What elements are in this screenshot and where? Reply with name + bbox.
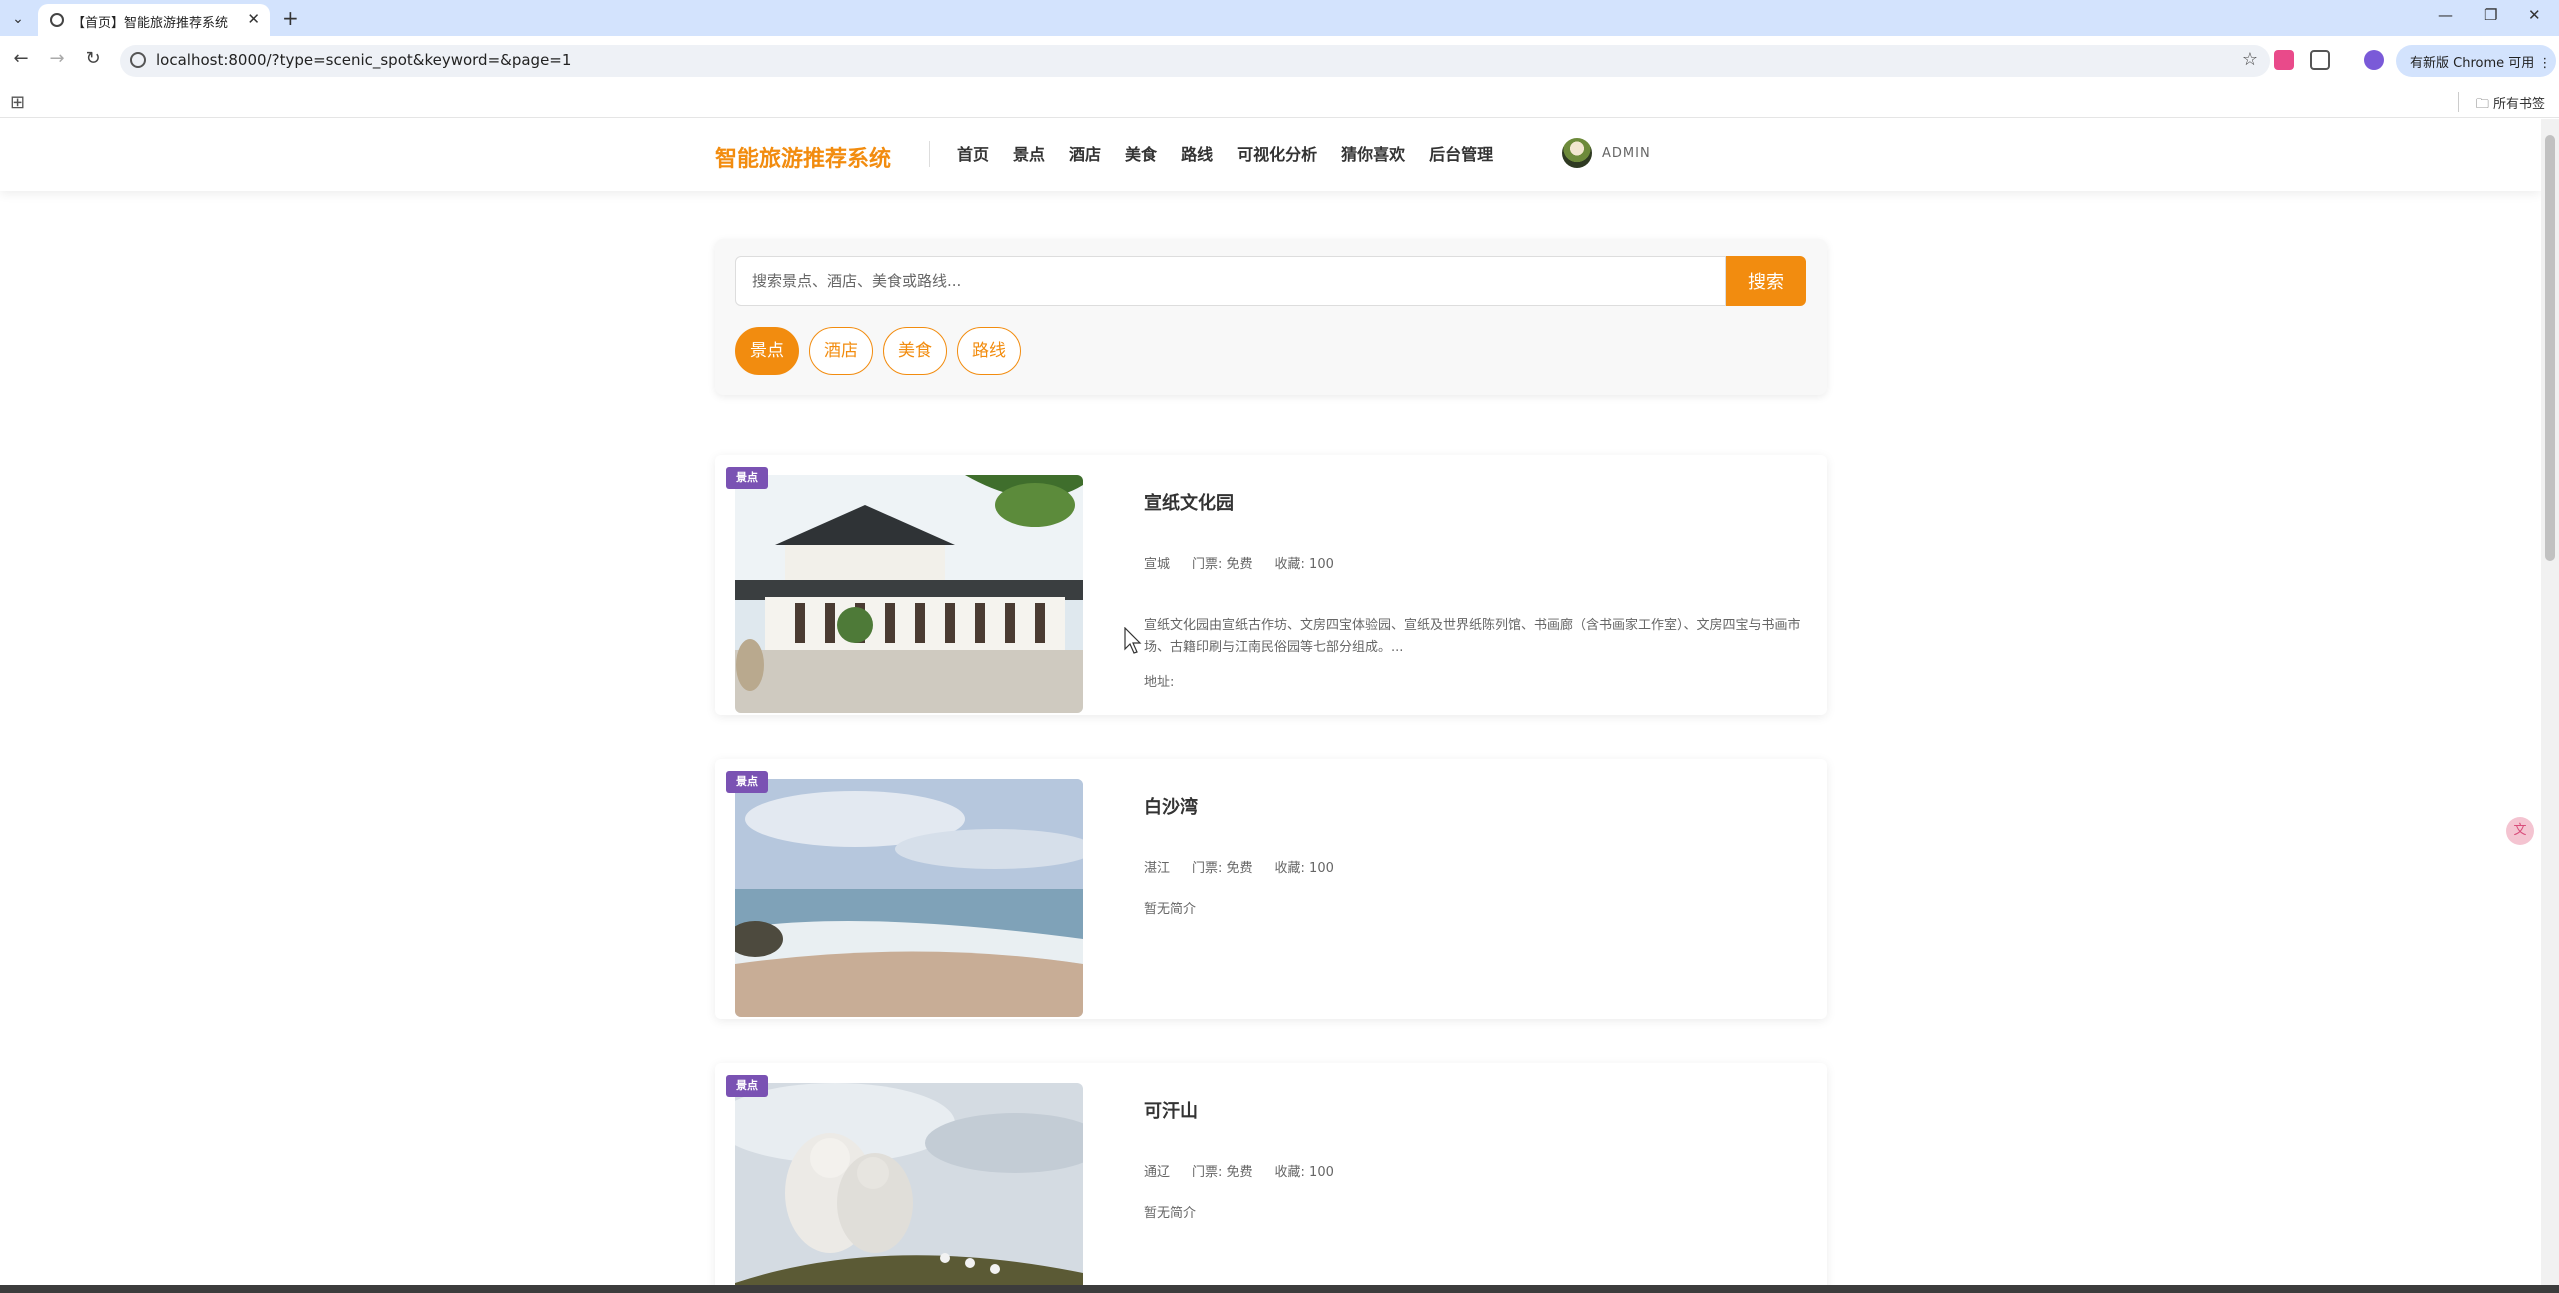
result-city: 宣城 xyxy=(1144,557,1171,572)
site-logo[interactable]: 智能旅游推荐系统 xyxy=(715,141,891,173)
url-text[interactable]: localhost:8000/?type=scenic_spot&keyword… xyxy=(156,51,571,69)
nav-scenic[interactable]: 景点 xyxy=(1013,141,1045,165)
username[interactable]: ADMIN xyxy=(1602,146,1651,161)
result-meta: 宣城 门票: 免费 收藏: 100 xyxy=(1144,553,1334,572)
nav-route[interactable]: 路线 xyxy=(1181,141,1213,165)
result-favorites: 收藏: 100 xyxy=(1274,557,1334,572)
result-favorites: 收藏: 100 xyxy=(1274,1165,1334,1180)
bookmark-star-icon[interactable]: ☆ xyxy=(2242,49,2258,70)
result-favorites: 收藏: 100 xyxy=(1274,861,1334,876)
bookmarks-divider xyxy=(2458,92,2459,112)
search-button[interactable]: 搜索 xyxy=(1726,256,1806,306)
category-badge: 景点 xyxy=(726,771,768,793)
close-window-icon[interactable]: ✕ xyxy=(2528,6,2541,24)
result-card[interactable]: 景点 可汗山 通辽 门票: 免费 收藏: 100 暂无简介 xyxy=(715,1063,1827,1285)
reload-icon[interactable]: ↻ xyxy=(80,48,106,69)
result-title[interactable]: 白沙湾 xyxy=(1144,793,1198,819)
result-description: 宣纸文化园由宣纸古作坊、文房四宝体验园、宣纸及世界纸陈列馆、书画廊（含书画家工作… xyxy=(1144,618,1801,655)
restore-icon[interactable]: ❐ xyxy=(2484,6,2497,24)
result-description: 暂无简介 xyxy=(1144,902,1197,917)
tab-title: 【首页】智能旅游推荐系统 xyxy=(72,16,229,31)
site-header: 智能旅游推荐系统 首页 景点 酒店 美食 路线 可视化分析 猜你喜欢 后台管理 … xyxy=(0,119,2541,191)
scenic-photo[interactable] xyxy=(735,475,1083,713)
nav-divider xyxy=(929,141,930,167)
profile-icon[interactable] xyxy=(2364,50,2384,70)
nav-hotel[interactable]: 酒店 xyxy=(1069,141,1101,165)
result-title[interactable]: 宣纸文化园 xyxy=(1144,489,1234,515)
browser-tabstrip: ⌄ 【首页】智能旅游推荐系统 ✕ + — ❐ ✕ xyxy=(0,0,2559,36)
result-city: 湛江 xyxy=(1144,861,1171,876)
search-input[interactable] xyxy=(735,256,1726,306)
update-label: 有新版 Chrome 可用 xyxy=(2410,56,2535,71)
result-city: 通辽 xyxy=(1144,1165,1171,1180)
result-ticket: 门票: 免费 xyxy=(1192,1165,1253,1180)
scenic-photo[interactable] xyxy=(735,1083,1083,1285)
nav-visualization[interactable]: 可视化分析 xyxy=(1237,141,1317,165)
nav-recommend[interactable]: 猜你喜欢 xyxy=(1341,141,1405,165)
new-tab-icon[interactable]: + xyxy=(282,6,299,30)
extensions-icon[interactable] xyxy=(2310,50,2330,70)
all-bookmarks-button[interactable]: 🗀 所有书签 xyxy=(2476,93,2545,117)
nav-home[interactable]: 首页 xyxy=(957,141,989,165)
page-scrollbar[interactable] xyxy=(2541,119,2559,1285)
minimize-icon[interactable]: — xyxy=(2438,6,2453,24)
result-card[interactable]: 景点 宣纸文化园 宣城 门票: 免费 收藏: 100 宣纸文化园由宣纸古作坊、文… xyxy=(715,455,1827,715)
translate-icon[interactable]: 文 xyxy=(2506,817,2534,845)
search-panel: 搜索 景点 酒店 美食 路线 xyxy=(715,239,1827,395)
filter-scenic[interactable]: 景点 xyxy=(735,327,799,375)
filter-food[interactable]: 美食 xyxy=(883,327,947,375)
category-badge: 景点 xyxy=(726,1075,768,1097)
user-menu[interactable]: ADMIN xyxy=(1562,138,1651,168)
category-badge: 景点 xyxy=(726,467,768,489)
scenic-photo[interactable] xyxy=(735,779,1083,1017)
type-filters: 景点 酒店 美食 路线 xyxy=(735,327,1021,375)
window-bottom-edge xyxy=(0,1285,2559,1293)
result-card[interactable]: 景点 白沙湾 湛江 门票: 免费 收藏: 100 暂无简介 xyxy=(715,759,1827,1019)
chrome-update-button[interactable]: 有新版 Chrome 可用 ⋮ xyxy=(2396,45,2556,77)
nav-food[interactable]: 美食 xyxy=(1125,141,1157,165)
bookmarks-bar: ⊞ 🗀 所有书签 xyxy=(0,86,2559,118)
back-icon[interactable]: ← xyxy=(8,48,34,69)
close-tab-icon[interactable]: ✕ xyxy=(247,10,260,28)
scrollbar-thumb[interactable] xyxy=(2545,135,2555,561)
filter-hotel[interactable]: 酒店 xyxy=(809,327,873,375)
apps-grid-icon[interactable]: ⊞ xyxy=(10,92,25,113)
forward-icon[interactable]: → xyxy=(44,48,70,69)
filter-route[interactable]: 路线 xyxy=(957,327,1021,375)
result-title[interactable]: 可汗山 xyxy=(1144,1097,1198,1123)
browser-tab-active[interactable]: 【首页】智能旅游推荐系统 ✕ xyxy=(38,4,270,36)
result-ticket: 门票: 免费 xyxy=(1192,557,1253,572)
result-description: 暂无简介 xyxy=(1144,1206,1197,1221)
globe-icon xyxy=(50,13,64,27)
all-bookmarks-label: 所有书签 xyxy=(2492,97,2545,112)
site-info-icon[interactable] xyxy=(130,52,146,68)
result-address: 地址: xyxy=(1144,675,1175,690)
nav-admin[interactable]: 后台管理 xyxy=(1429,141,1493,165)
page-viewport: 智能旅游推荐系统 首页 景点 酒店 美食 路线 可视化分析 猜你喜欢 后台管理 … xyxy=(0,119,2541,1285)
result-meta: 通辽 门票: 免费 收藏: 100 xyxy=(1144,1161,1334,1180)
browser-toolbar: ← → ↻ localhost:8000/?type=scenic_spot&k… xyxy=(0,36,2559,86)
address-bar[interactable]: localhost:8000/?type=scenic_spot&keyword… xyxy=(120,45,2270,77)
result-meta: 湛江 门票: 免费 收藏: 100 xyxy=(1144,857,1334,876)
main-nav: 首页 景点 酒店 美食 路线 可视化分析 猜你喜欢 后台管理 xyxy=(957,141,1493,165)
tab-search-icon[interactable]: ⌄ xyxy=(8,9,28,29)
avatar[interactable] xyxy=(1562,138,1592,168)
extension-icon[interactable] xyxy=(2274,50,2294,70)
mouse-cursor-icon xyxy=(1124,626,1144,659)
result-ticket: 门票: 免费 xyxy=(1192,861,1253,876)
